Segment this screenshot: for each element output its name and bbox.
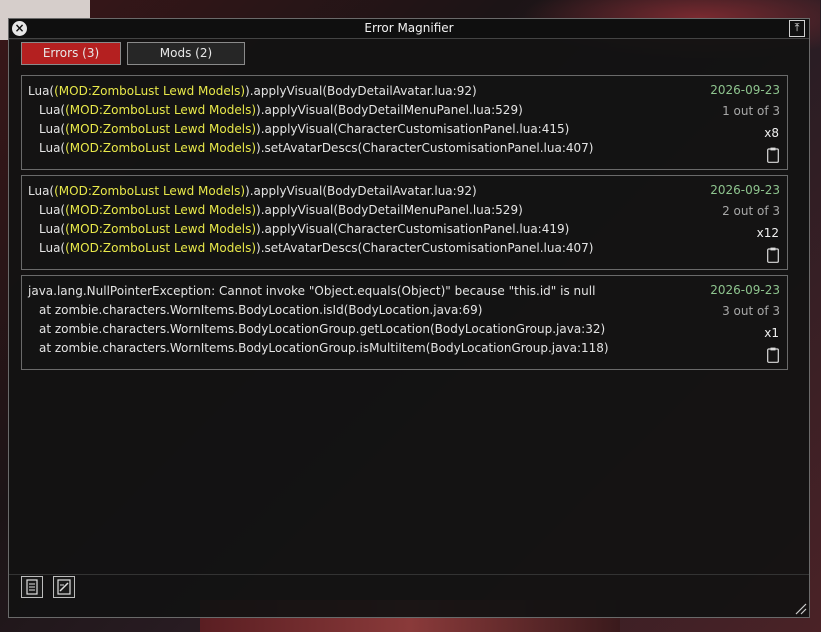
- stack-line: at zombie.characters.WornItems.BodyLocat…: [39, 303, 483, 317]
- clipboard-icon[interactable]: [767, 347, 779, 363]
- error-position: 1 out of 3: [722, 104, 780, 118]
- stack-line: at zombie.characters.WornItems.BodyLocat…: [39, 341, 609, 355]
- tab-mods[interactable]: Mods (2): [127, 42, 245, 65]
- error-date: 2026-09-23: [710, 283, 780, 297]
- stack-line: at zombie.characters.WornItems.BodyLocat…: [39, 322, 606, 336]
- stack-line: Lua((MOD:ZomboLust Lewd Models)).setAvat…: [39, 241, 594, 255]
- error-date: 2026-09-23: [710, 83, 780, 97]
- error-position: 2 out of 3: [722, 204, 780, 218]
- error-date: 2026-09-23: [710, 183, 780, 197]
- error-magnifier-window: × Error Magnifier ⤒ Errors (3) Mods (2) …: [8, 18, 810, 618]
- notepad-button[interactable]: [53, 576, 75, 598]
- notebook-icon: [26, 579, 38, 595]
- tab-errors[interactable]: Errors (3): [21, 42, 121, 65]
- stack-line: Lua((MOD:ZomboLust Lewd Models)).applyVi…: [39, 203, 523, 217]
- window-title: Error Magnifier: [364, 21, 454, 35]
- window-titlebar[interactable]: × Error Magnifier ⤒: [9, 19, 809, 39]
- stack-line: Lua((MOD:ZomboLust Lewd Models)).setAvat…: [39, 141, 594, 155]
- notebook-button[interactable]: [21, 576, 43, 598]
- error-position: 3 out of 3: [722, 304, 780, 318]
- error-count: x12: [756, 226, 779, 240]
- error-card: Lua((MOD:ZomboLust Lewd Models)).applyVi…: [21, 175, 788, 270]
- stack-line: Lua((MOD:ZomboLust Lewd Models)).applyVi…: [28, 184, 477, 198]
- clipboard-icon[interactable]: [767, 147, 779, 163]
- clipboard-icon[interactable]: [767, 247, 779, 263]
- error-card: Lua((MOD:ZomboLust Lewd Models)).applyVi…: [21, 75, 788, 170]
- pin-button[interactable]: ⤒: [789, 20, 805, 37]
- resize-grip-icon[interactable]: [795, 603, 807, 615]
- stack-line: Lua((MOD:ZomboLust Lewd Models)).applyVi…: [39, 222, 570, 236]
- stack-line: Lua((MOD:ZomboLust Lewd Models)).applyVi…: [28, 84, 477, 98]
- error-card: java.lang.NullPointerException: Cannot i…: [21, 275, 788, 370]
- notepad-icon: [57, 579, 71, 595]
- stack-line: Lua((MOD:ZomboLust Lewd Models)).applyVi…: [39, 103, 523, 117]
- error-count: x1: [764, 326, 779, 340]
- footer-divider: [9, 574, 809, 575]
- error-count: x8: [764, 126, 779, 140]
- stack-line: Lua((MOD:ZomboLust Lewd Models)).applyVi…: [39, 122, 570, 136]
- stack-line: java.lang.NullPointerException: Cannot i…: [28, 284, 596, 298]
